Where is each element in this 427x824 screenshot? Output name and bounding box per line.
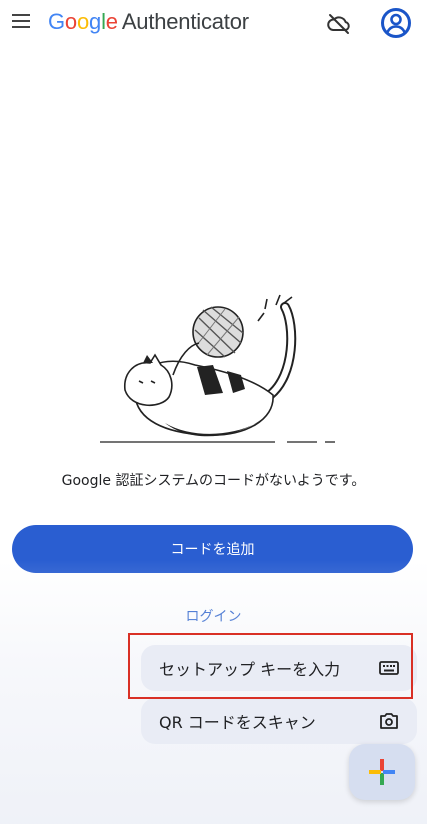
empty-state-message: Google 認証システムのコードがないようです。 <box>61 473 366 489</box>
cloud-off-icon[interactable] <box>325 10 353 38</box>
enter-setup-key-label: セットアップ キーを入力 <box>159 660 341 679</box>
google-plus-icon <box>369 759 395 785</box>
menu-icon[interactable] <box>12 14 30 28</box>
top-app-bar: Google Authenticator <box>0 0 427 48</box>
login-link[interactable]: ログイン <box>0 606 427 626</box>
add-fab[interactable] <box>349 744 415 800</box>
scan-qr-code-label: QR コードをスキャン <box>159 713 316 732</box>
keyboard-icon <box>379 661 399 675</box>
enter-setup-key-item[interactable]: セットアップ キーを入力 <box>141 645 417 691</box>
account-circle-icon[interactable] <box>380 7 412 39</box>
camera-icon <box>380 713 398 729</box>
app-logo: Google Authenticator <box>48 9 249 34</box>
add-code-button[interactable]: コードを追加 <box>12 525 413 573</box>
cat-yarn-illustration <box>100 294 335 443</box>
scan-qr-code-item[interactable]: QR コードをスキャン <box>141 698 417 744</box>
app-title: Authenticator <box>121 9 249 34</box>
